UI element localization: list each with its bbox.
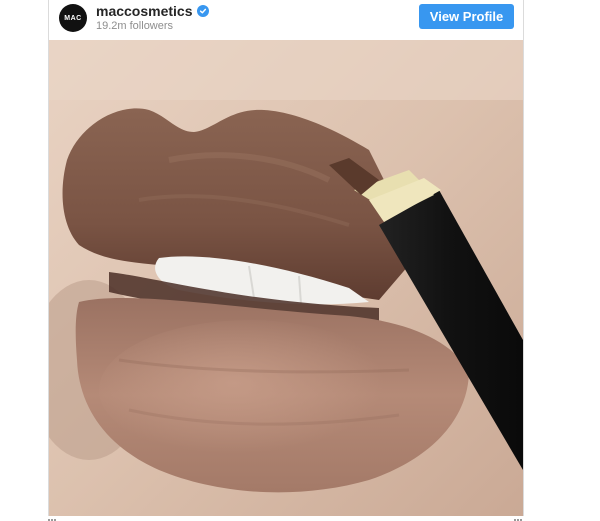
account-username[interactable]: maccosmetics	[96, 3, 193, 19]
embed-header: MAC maccosmetics 19.2m followers View Pr…	[49, 0, 523, 40]
view-profile-button[interactable]: View Profile	[419, 4, 514, 29]
instagram-embed: MAC maccosmetics 19.2m followers View Pr…	[48, 0, 524, 516]
verified-badge-icon	[196, 5, 209, 17]
embed-corner-left	[48, 515, 56, 521]
post-image[interactable]	[49, 40, 523, 516]
follower-count: 19.2m followers	[96, 20, 174, 32]
avatar[interactable]: MAC	[59, 4, 87, 32]
avatar-logo-text: MAC	[64, 14, 82, 22]
username-row: maccosmetics	[96, 3, 209, 19]
embed-corner-right	[514, 515, 522, 521]
lip-liner-closeup-photo	[49, 40, 523, 516]
